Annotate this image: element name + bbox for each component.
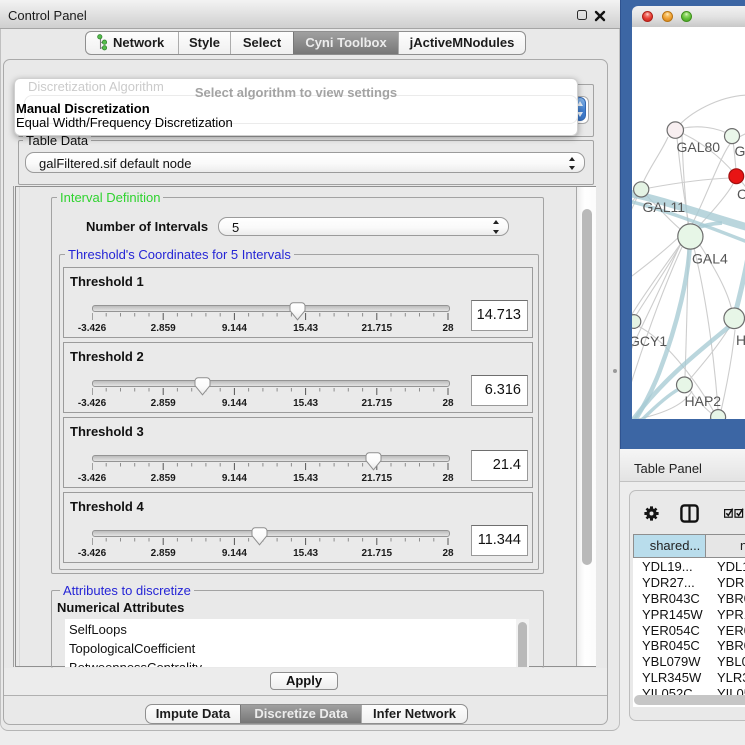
svg-text:GAL4: GAL4 [692,251,728,267]
svg-text:CDC6: CDC6 [737,186,745,202]
svg-text:HAP4: HAP4 [736,332,745,348]
svg-text:GAL7: GAL7 [735,143,745,159]
svg-text:GCY1: GCY1 [632,333,667,349]
svg-text:GAL11: GAL11 [643,199,686,215]
svg-text:GAL80: GAL80 [677,139,721,155]
svg-text:HAP2: HAP2 [685,393,722,409]
